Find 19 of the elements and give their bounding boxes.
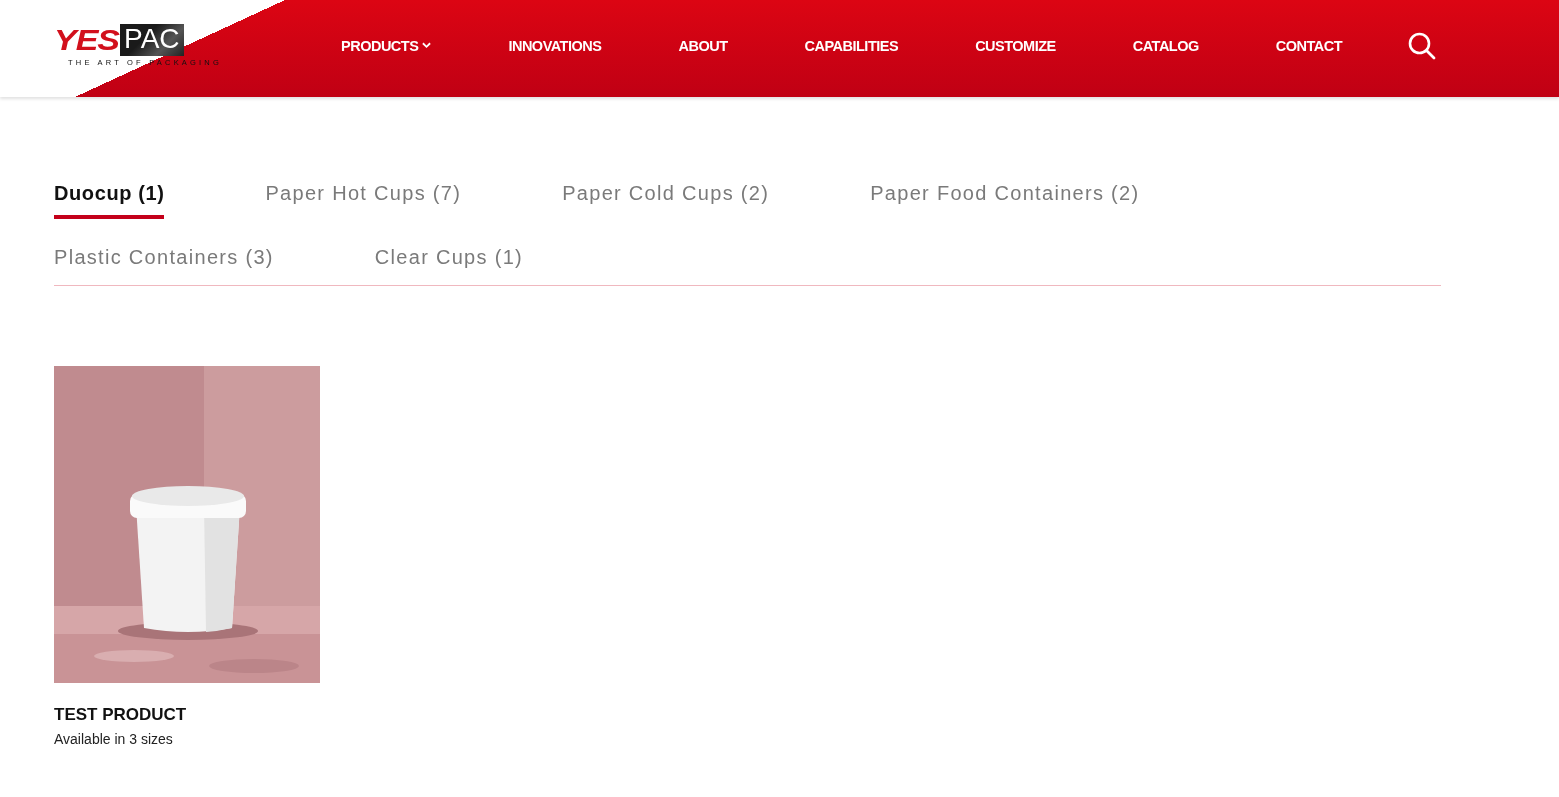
category-tab[interactable]: Paper Hot Cups (7) (265, 179, 462, 219)
category-tab[interactable]: Paper Cold Cups (2) (562, 179, 770, 219)
nav-link[interactable]: PRODUCTS (341, 37, 432, 54)
nav-link[interactable]: CATALOG (1132, 37, 1199, 54)
nav-link[interactable]: CONTACT (1275, 37, 1343, 54)
category-tab[interactable]: Duocup (1) (54, 179, 165, 219)
logo-text: YES (54, 26, 120, 54)
nav-link[interactable]: ABOUT (678, 37, 728, 54)
product-name[interactable]: TEST PRODUCT (54, 705, 320, 725)
nav-link[interactable]: INNOVATIONS (508, 37, 602, 54)
category-tab[interactable]: Clear Cups (1) (374, 243, 524, 283)
product-note: Available in 3 sizes (54, 731, 174, 747)
category-tab[interactable]: Paper Food Containers (2) (870, 179, 1140, 219)
category-tab[interactable]: Plastic Containers (3) (54, 243, 274, 283)
nav-link[interactable]: CUSTOMIZE (975, 37, 1056, 54)
caret-icon (422, 42, 432, 49)
logo-text: PAC (120, 24, 184, 56)
nav-link[interactable]: CAPABILITIES (804, 37, 899, 54)
search-icon[interactable] (1408, 31, 1437, 60)
